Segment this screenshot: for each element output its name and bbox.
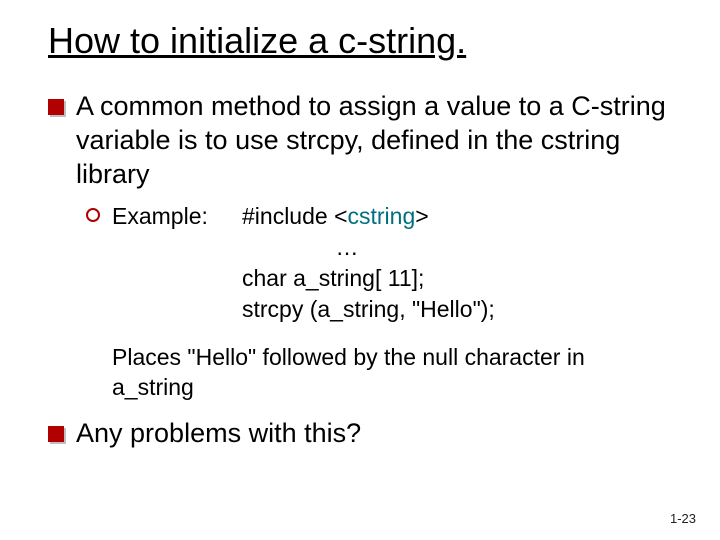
code-line: #include <cstring> (242, 201, 680, 232)
page-number: 1-23 (670, 511, 696, 526)
code-block: #include <cstring> … char a_string[ 11];… (242, 201, 680, 325)
bullet-level1: Any problems with this? (48, 417, 680, 451)
example-note: Places "Hello" followed by the null char… (112, 343, 640, 403)
circle-bullet-icon (86, 208, 100, 222)
bullet-text: A common method to assign a value to a C… (76, 90, 680, 191)
square-bullet-icon (48, 426, 64, 442)
bullet-level2: Example: #include <cstring> … char a_str… (86, 201, 680, 325)
slide-title: How to initialize a c-string. (48, 20, 680, 62)
square-bullet-icon (48, 99, 64, 115)
slide: How to initialize a c-string. A common m… (0, 0, 720, 540)
example-label: Example: (112, 201, 242, 232)
bullet-text: Any problems with this? (76, 417, 680, 451)
code-ellipsis: … (242, 232, 452, 263)
code-keyword: cstring (348, 203, 416, 229)
example-row: Example: #include <cstring> … char a_str… (112, 201, 680, 325)
bullet-level1: A common method to assign a value to a C… (48, 90, 680, 191)
code-line: char a_string[ 11]; (242, 263, 680, 294)
code-line: strcpy (a_string, "Hello"); (242, 294, 680, 325)
code-text: #include < (242, 203, 348, 229)
code-text: > (415, 203, 428, 229)
